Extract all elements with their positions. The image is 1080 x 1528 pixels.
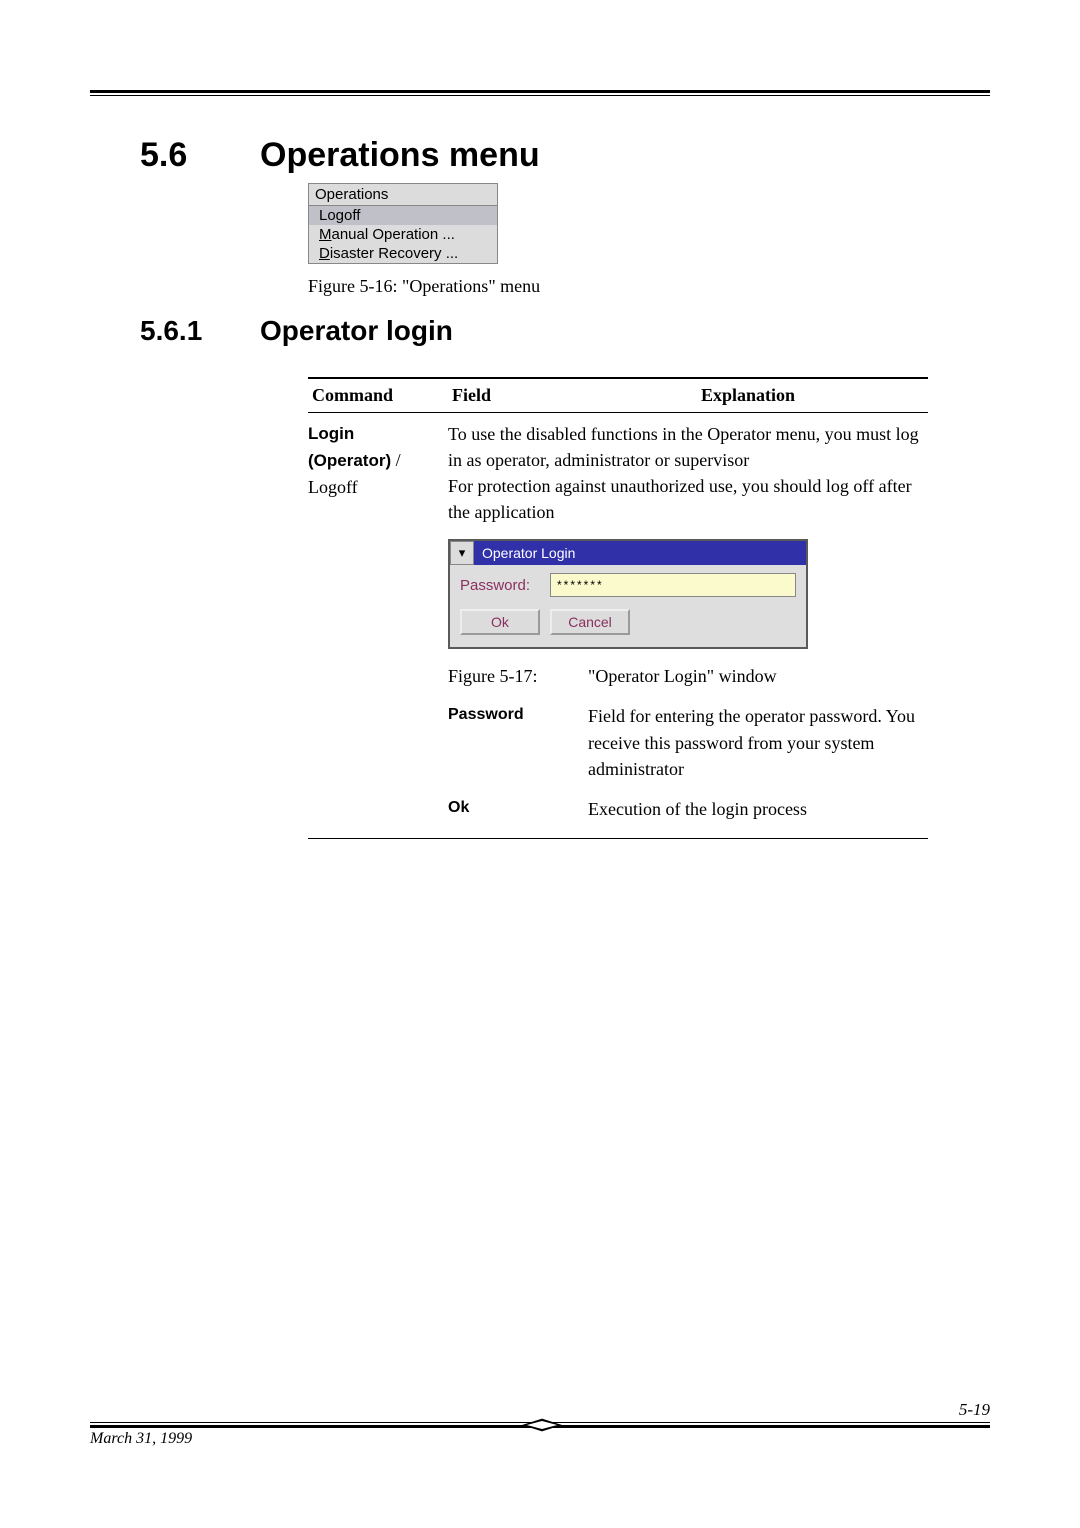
definition-ok: Ok Execution of the login process [448,796,928,822]
footer-ornament-icon [522,1415,562,1435]
command-cell: Login (Operator) / Logoff [308,421,448,822]
header-command: Command [308,379,448,412]
top-rule [90,90,990,96]
subsection-heading: 5.6.1Operator login [140,315,990,347]
operations-menu-item-manual[interactable]: Manual Operation ... [309,225,497,244]
page-footer: 5-19 March 31, 1999 [90,1400,990,1448]
figure-5-16-caption: Figure 5-16: "Operations" menu [308,276,990,297]
dialog-body: Password: Ok Cancel [450,565,806,647]
header-explanation: Explanation [568,379,928,412]
password-label: Password: [460,575,550,597]
operator-login-dialog: ▾ Operator Login Password: Ok Cancel [448,539,808,649]
explanation-p2: For protection against unauthorized use,… [448,473,928,525]
ok-button[interactable]: Ok [460,609,540,635]
explanation-cell: To use the disabled functions in the Ope… [448,421,928,822]
operations-menu-item-disaster[interactable]: Disaster Recovery ... [309,244,497,263]
section-number: 5.6 [140,136,260,175]
figure-5-17-caption: Figure 5-17:"Operator Login" window [448,663,928,689]
dialog-title: Operator Login [474,541,806,565]
section-title: Operations menu [260,136,540,174]
subsection-number: 5.6.1 [140,315,260,347]
password-input[interactable] [550,573,796,597]
section-heading: 5.6Operations menu [140,136,990,175]
operations-menu: Operations Logoff Manual Operation ... D… [308,183,498,264]
dialog-titlebar: ▾ Operator Login [450,541,806,565]
operations-menu-title[interactable]: Operations [309,184,497,206]
table-row: Login (Operator) / Logoff To use the dis… [308,413,928,839]
definition-value: Field for entering the operator password… [588,703,928,781]
header-field: Field [448,379,568,412]
operations-menu-item-logoff[interactable]: Logoff [309,206,497,225]
definition-password: Password Field for entering the operator… [448,703,928,781]
definition-key: Ok [448,796,588,822]
dialog-minimize-icon[interactable]: ▾ [450,541,474,565]
command-table: Command Field Explanation Login (Operato… [308,377,928,839]
footer-date: March 31, 1999 [90,1430,192,1448]
cancel-button[interactable]: Cancel [550,609,630,635]
subsection-title: Operator login [260,315,453,346]
footer-rule [90,1422,990,1428]
table-header-row: Command Field Explanation [308,377,928,413]
definition-key: Password [448,703,588,781]
definition-value: Execution of the login process [588,796,928,822]
explanation-p1: To use the disabled functions in the Ope… [448,421,928,473]
